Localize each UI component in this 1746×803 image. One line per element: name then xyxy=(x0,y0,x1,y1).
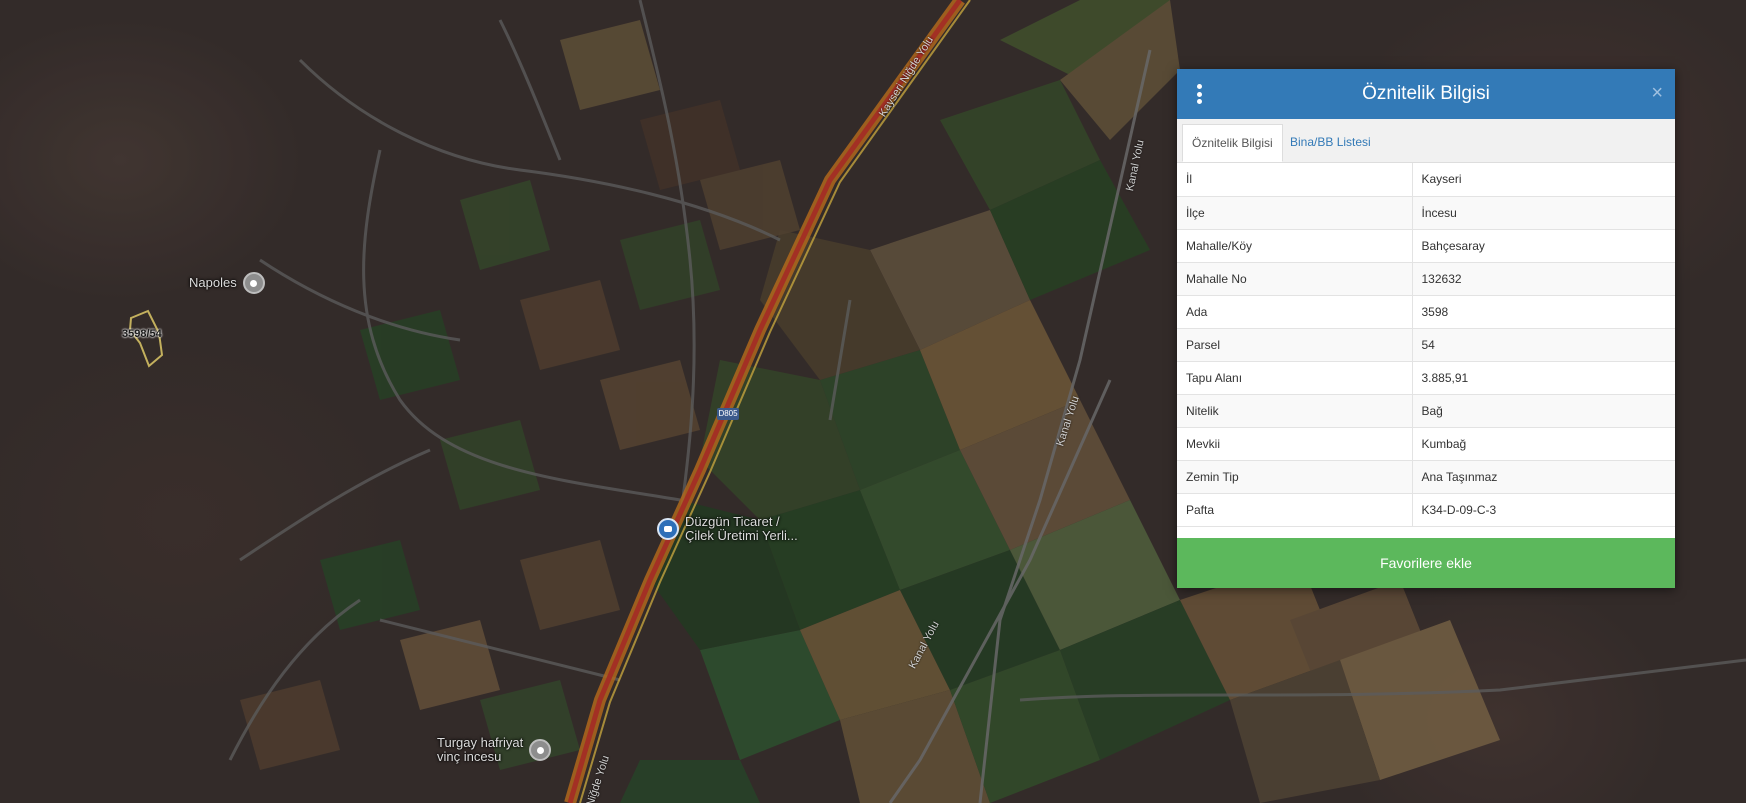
attr-key: Ada xyxy=(1177,295,1413,329)
close-icon[interactable]: × xyxy=(1651,82,1663,104)
table-row: Zemin Tip Ana Taşınmaz xyxy=(1177,460,1675,494)
tab-oznitelik-bilgisi[interactable]: Öznitelik Bilgisi xyxy=(1182,124,1283,162)
panel-tabs: Öznitelik Bilgisi Bina/BB Listesi xyxy=(1177,119,1675,163)
attr-key: Nitelik xyxy=(1177,394,1413,428)
attr-key: Pafta xyxy=(1177,493,1413,527)
attr-key: Parsel xyxy=(1177,328,1413,362)
table-row: İl Kayseri xyxy=(1177,163,1675,197)
location-pin-icon xyxy=(242,272,265,294)
attr-value: 3598 xyxy=(1412,295,1675,329)
attr-value: 54 xyxy=(1412,328,1675,362)
attr-key: Mevkii xyxy=(1177,427,1413,461)
attr-value: İncesu xyxy=(1412,196,1675,230)
poi-label-line2: Çilek Üretimi Yerli... xyxy=(685,528,798,543)
poi-label-line2: vinç incesu xyxy=(437,749,502,764)
panel-title: Öznitelik Bilgisi xyxy=(1362,83,1490,104)
table-row: Nitelik Bağ xyxy=(1177,394,1675,428)
attr-value: Kayseri xyxy=(1412,163,1675,197)
poi-duzgun-ticaret[interactable]: Düzgün Ticaret / Çilek Üretimi Yerli... xyxy=(657,515,798,543)
shopping-bag-icon xyxy=(657,518,679,540)
attr-value: 132632 xyxy=(1412,262,1675,296)
parcel-label: 3598/54 xyxy=(122,328,162,340)
attr-key: Zemin Tip xyxy=(1177,460,1413,494)
attribute-table: İl Kayseri İlçe İncesu Mahalle/Köy Bahçesar… xyxy=(1177,163,1675,527)
attr-key: Mahalle/Köy xyxy=(1177,229,1413,263)
attr-value: Kumbağ xyxy=(1412,427,1675,461)
table-row: İlçe İncesu xyxy=(1177,196,1675,230)
table-row: Ada 3598 xyxy=(1177,295,1675,329)
attr-value: Bahçesaray xyxy=(1412,229,1675,263)
road-shield: D805 xyxy=(717,408,739,420)
attr-key: Mahalle No xyxy=(1177,262,1413,296)
poi-label: Napoles xyxy=(189,275,237,290)
table-row: Mahalle No 132632 xyxy=(1177,262,1675,296)
add-to-favorites-button[interactable]: Favorilere ekle xyxy=(1177,538,1675,588)
table-row: Pafta K34-D-09-C-3 xyxy=(1177,493,1675,527)
poi-napoles[interactable]: Napoles xyxy=(189,272,265,294)
poi-turgay-hafriyat[interactable]: Turgay hafriyat vinç incesu xyxy=(437,735,552,764)
attr-key: İl xyxy=(1177,163,1413,197)
table-row: Tapu Alanı 3.885,91 xyxy=(1177,361,1675,395)
panel-header: Öznitelik Bilgisi × xyxy=(1177,69,1675,119)
table-row: Mahalle/Köy Bahçesaray xyxy=(1177,229,1675,263)
table-row: Mevkii Kumbağ xyxy=(1177,427,1675,461)
location-pin-icon xyxy=(529,739,552,761)
attr-value: Ana Taşınmaz xyxy=(1412,460,1675,494)
table-row: Parsel 54 xyxy=(1177,328,1675,362)
attr-value: 3.885,91 xyxy=(1412,361,1675,395)
poi-label: Turgay hafriyat xyxy=(437,735,524,750)
attr-value: Bağ xyxy=(1412,394,1675,428)
attr-value: K34-D-09-C-3 xyxy=(1412,493,1675,527)
poi-label: Düzgün Ticaret / xyxy=(685,514,780,529)
attr-key: İlçe xyxy=(1177,196,1413,230)
attr-key: Tapu Alanı xyxy=(1177,361,1413,395)
attribute-panel: Öznitelik Bilgisi × Öznitelik Bilgisi Bi… xyxy=(1177,69,1675,588)
tab-bina-bb-listesi[interactable]: Bina/BB Listesi xyxy=(1281,124,1380,161)
